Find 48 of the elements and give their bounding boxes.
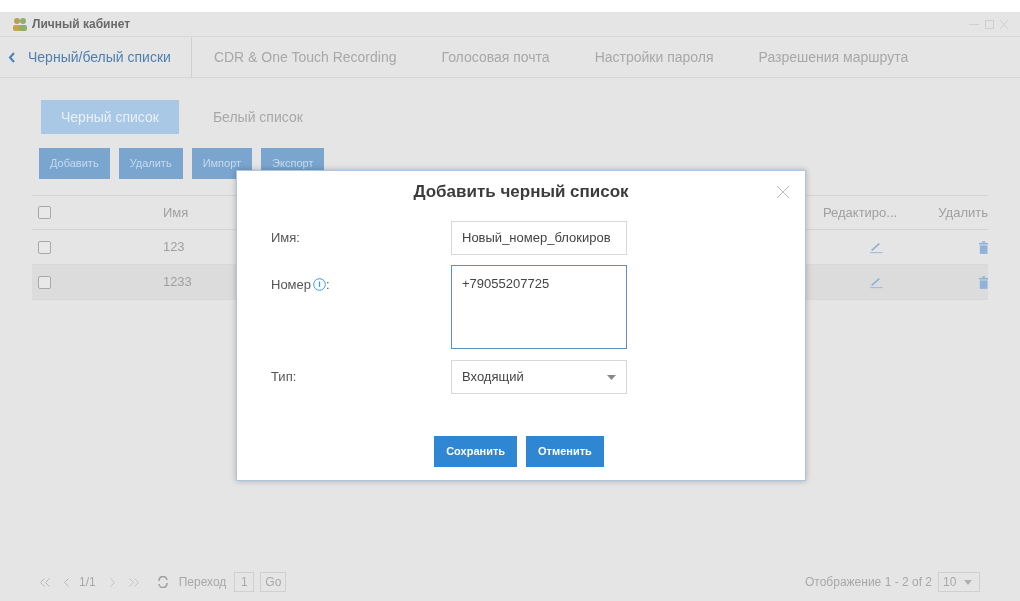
column-header: Удалить bbox=[938, 203, 988, 222]
people-icon bbox=[12, 17, 28, 31]
next-page-icon[interactable] bbox=[109, 577, 115, 587]
toolbar-button[interactable]: Добавить bbox=[39, 148, 110, 179]
goto-label: Переход bbox=[178, 574, 227, 591]
name-field[interactable]: Новый_номер_блокиров bbox=[451, 221, 627, 255]
refresh-icon[interactable] bbox=[156, 576, 169, 588]
tab[interactable]: Голосовая почта bbox=[419, 37, 573, 77]
checkbox[interactable] bbox=[38, 206, 51, 219]
page-size-select[interactable]: 10 bbox=[938, 572, 980, 592]
field-label: Имя: bbox=[271, 229, 301, 248]
dialog-button[interactable]: Сохранить bbox=[434, 436, 518, 467]
table-cell-text: 123 bbox=[162, 238, 186, 257]
page-indicator: 1/1 bbox=[79, 574, 96, 591]
type-select[interactable]: Входящий bbox=[451, 360, 627, 394]
dropdown-caret-icon bbox=[964, 579, 973, 585]
close-icon[interactable] bbox=[777, 186, 789, 198]
field-label: Тип: bbox=[271, 368, 298, 387]
dialog-title: Добавить черный список bbox=[413, 181, 629, 204]
column-header: Имя bbox=[162, 203, 190, 222]
first-page-icon[interactable] bbox=[40, 577, 50, 587]
checkbox[interactable] bbox=[38, 275, 51, 289]
trash-icon[interactable] bbox=[978, 239, 988, 255]
subtab[interactable]: Белый список bbox=[192, 100, 323, 134]
tab[interactable]: CDR & One Touch Recording bbox=[191, 37, 420, 77]
dropdown-caret-icon bbox=[607, 374, 616, 380]
subtab[interactable]: Черный список bbox=[41, 100, 179, 134]
page-input[interactable]: 1 bbox=[234, 572, 255, 592]
info-icon[interactable] bbox=[313, 278, 326, 292]
checkbox[interactable] bbox=[38, 240, 51, 254]
previous-page-icon[interactable] bbox=[64, 577, 69, 587]
dialog-button[interactable]: Отменить bbox=[526, 436, 604, 467]
toolbar-button[interactable]: Удалить bbox=[118, 148, 183, 179]
go-button[interactable]: Go bbox=[260, 572, 287, 592]
table-cell-text: 1233 bbox=[162, 273, 193, 292]
trash-icon[interactable] bbox=[978, 274, 988, 290]
window-title: Личный кабинет bbox=[32, 16, 131, 33]
field-label: Номер bbox=[271, 276, 311, 294]
tab[interactable]: Разрешения маршрута bbox=[736, 37, 932, 77]
label-colon: : bbox=[326, 276, 330, 294]
tab[interactable]: Настройки пароля bbox=[572, 37, 737, 77]
records-summary: Отображение 1 - 2 of 2 bbox=[805, 574, 932, 591]
pencil-icon[interactable] bbox=[869, 275, 883, 289]
pencil-icon[interactable] bbox=[869, 240, 883, 254]
toolbar-button[interactable]: Импорт bbox=[191, 148, 253, 179]
number-field[interactable]: +79055207725 bbox=[451, 265, 627, 349]
last-page-icon[interactable] bbox=[128, 577, 139, 587]
column-header: Редактиро... bbox=[822, 203, 899, 222]
